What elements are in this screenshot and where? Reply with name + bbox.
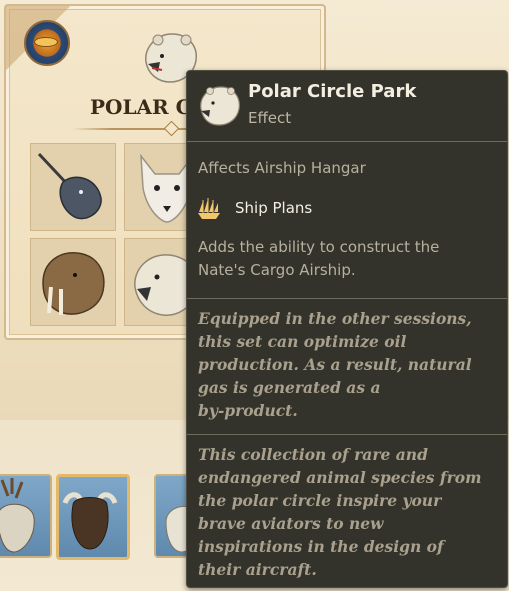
title-ornament (163, 120, 180, 137)
tooltip-divider (187, 434, 507, 435)
bonus-line: gas is generated as a (198, 378, 381, 397)
airship-badge-icon[interactable] (24, 20, 70, 66)
bonus-line: by-product. (198, 401, 298, 420)
bottom-card-2[interactable] (56, 474, 130, 560)
tooltip-lore-text: This collection of rare and endangered a… (198, 443, 498, 581)
reindeer-icon (0, 478, 35, 553)
set-item-narwhal[interactable] (30, 143, 116, 231)
tooltip-title: Polar Circle Park (248, 81, 417, 102)
narwhal-icon (37, 152, 102, 220)
tooltip-description: Adds the ability to construct the Nate's… (198, 236, 498, 282)
lore-line: the polar circle inspire your (198, 491, 442, 510)
set-title: POLAR CIRCLE PARK (90, 95, 194, 119)
polar-bear-icon (200, 86, 240, 126)
set-item-walrus[interactable] (30, 238, 116, 326)
musk-ox-icon (62, 492, 118, 550)
lore-line: their aircraft. (198, 560, 317, 579)
bonus-line: this set can optimize oil (198, 332, 407, 351)
bonus-line: Equipped in the other sessions, (198, 309, 472, 328)
ship-plans-label: Ship Plans (235, 199, 313, 217)
lore-line: This collection of rare and (198, 445, 428, 464)
bonus-line: production. As a result, natural (198, 355, 472, 374)
lore-line: endangered animal species from (198, 468, 482, 487)
tooltip-divider (187, 141, 507, 142)
ship-plans-icon (198, 198, 220, 219)
tooltip-divider (187, 298, 507, 299)
tooltip: Polar Circle Park Effect Affects Airship… (186, 70, 508, 588)
walrus-icon (42, 252, 105, 315)
description-line: Adds the ability to construct the (198, 238, 440, 256)
lore-line: inspirations in the design of (198, 537, 444, 556)
airship-shape (34, 37, 58, 47)
lore-line: brave aviators to new (198, 514, 384, 533)
bottom-card-1[interactable] (0, 474, 52, 558)
description-line: Nate's Cargo Airship. (198, 261, 356, 279)
tooltip-bonus-text: Equipped in the other sessions, this set… (198, 307, 498, 422)
tooltip-subtitle: Effect (248, 109, 292, 127)
tooltip-affects: Affects Airship Hangar (198, 159, 366, 177)
